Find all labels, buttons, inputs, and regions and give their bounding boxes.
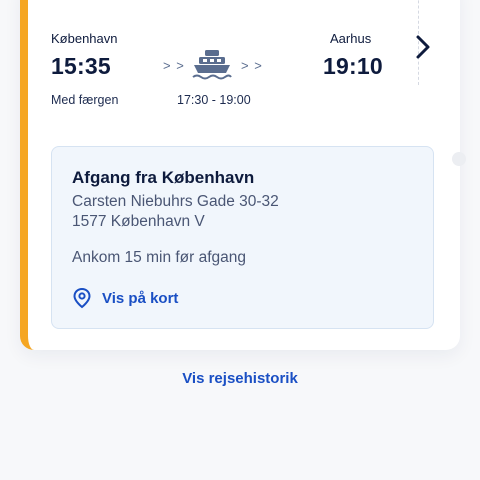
arrival-note: Ankom 15 min før afgang: [72, 249, 247, 266]
transport-mode: Med færgen: [51, 93, 119, 107]
departure-title: Afgang fra København: [72, 168, 255, 187]
depart-time: 15:35: [51, 53, 111, 79]
route-chevrons-left: > >: [163, 58, 185, 73]
to-city: Aarhus: [330, 31, 372, 46]
show-on-map-label: Vis på kort: [102, 289, 179, 307]
show-on-map-link[interactable]: Vis på kort: [72, 287, 178, 309]
arrive-time: 19:10: [323, 53, 383, 79]
travel-history-link[interactable]: Vis rejsehistorik: [0, 370, 480, 387]
address-line-2: 1577 København V: [72, 213, 205, 230]
location-pin-icon: [73, 287, 91, 309]
ferry-icon: [191, 48, 233, 87]
card-notch: [452, 152, 466, 166]
next-button[interactable]: [410, 32, 436, 62]
chevron-right-icon: [416, 35, 430, 59]
ferry-time-window: 17:30 - 19:00: [177, 93, 251, 107]
address-line-1: Carsten Niebuhrs Gade 30-32: [72, 193, 279, 210]
route-chevrons-right: > >: [241, 58, 263, 73]
from-city: København: [51, 31, 118, 46]
